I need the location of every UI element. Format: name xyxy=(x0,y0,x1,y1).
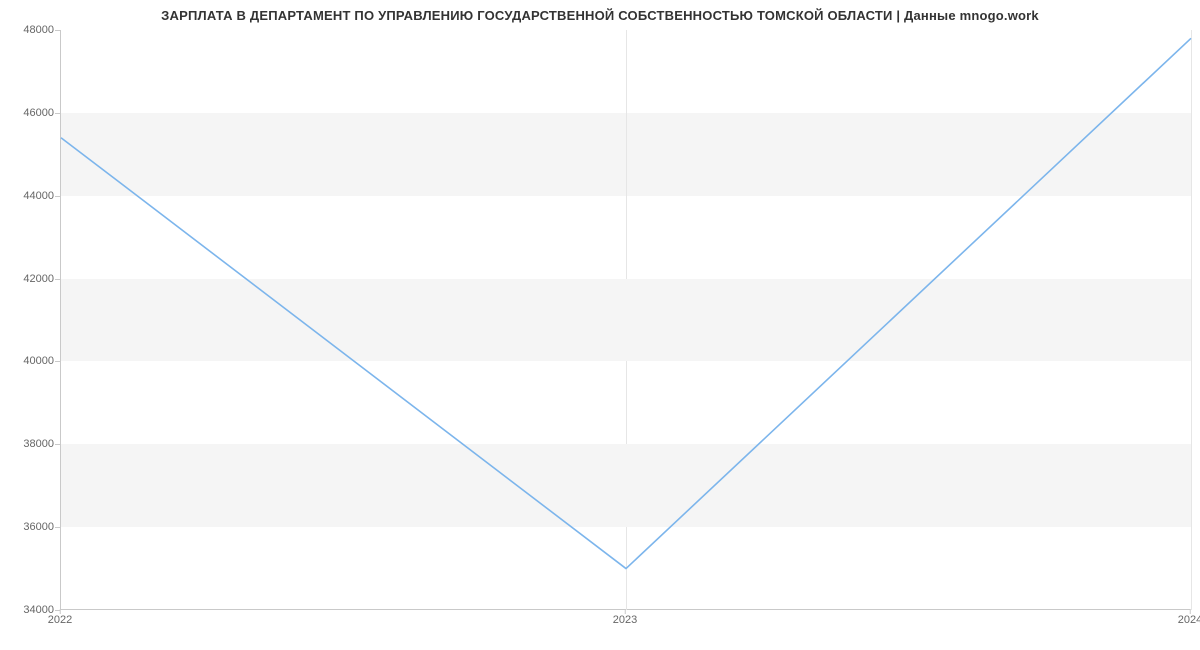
y-tick-label: 36000 xyxy=(4,521,54,533)
plot-area xyxy=(60,30,1190,610)
plot-inner xyxy=(60,30,1190,610)
y-tick-label: 38000 xyxy=(4,438,54,450)
y-tick-label: 48000 xyxy=(4,24,54,36)
x-gridline xyxy=(1191,30,1192,610)
x-tick-label: 2024 xyxy=(1178,614,1200,626)
y-tick-label: 42000 xyxy=(4,273,54,285)
y-tick-label: 46000 xyxy=(4,107,54,119)
x-tick-label: 2023 xyxy=(613,614,637,626)
chart-container: ЗАРПЛАТА В ДЕПАРТАМЕНТ ПО УПРАВЛЕНИЮ ГОС… xyxy=(0,0,1200,650)
y-tick-label: 40000 xyxy=(4,355,54,367)
chart-title: ЗАРПЛАТА В ДЕПАРТАМЕНТ ПО УПРАВЛЕНИЮ ГОС… xyxy=(0,8,1200,23)
y-tick-label: 44000 xyxy=(4,190,54,202)
x-tick-label: 2022 xyxy=(48,614,72,626)
y-tick-label: 34000 xyxy=(4,604,54,616)
series-path xyxy=(61,38,1191,568)
data-line xyxy=(61,30,1191,610)
